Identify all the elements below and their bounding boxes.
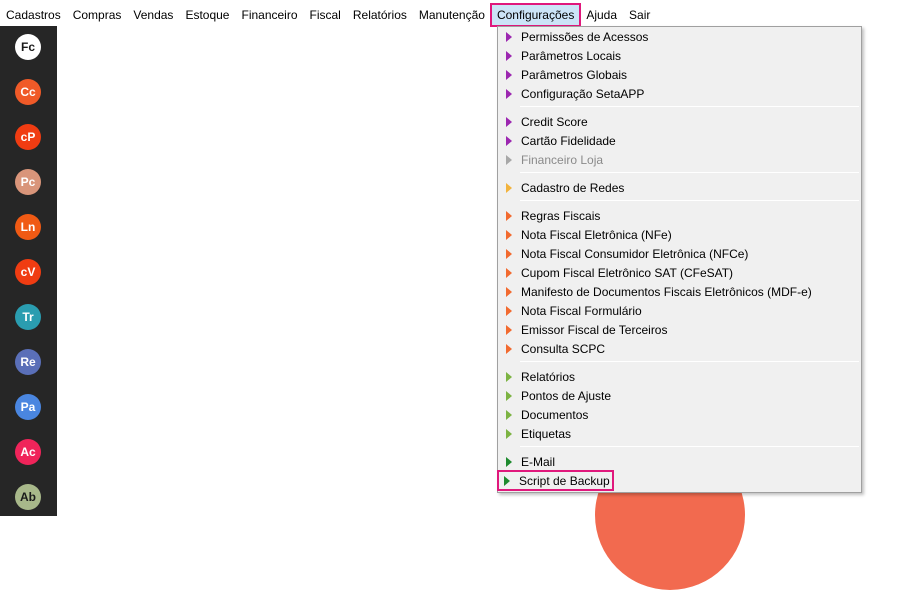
arrow-right-icon [506,69,512,80]
menu-option-emissor-fiscal-de-terceiros[interactable]: Emissor Fiscal de Terceiros [500,320,859,339]
menu-option-parametros-locais[interactable]: Parâmetros Locais [500,46,859,65]
menu-option-label: Cadastro de Redes [521,180,625,195]
menu-option-e-mail[interactable]: E-Mail [500,452,859,471]
configuracoes-dropdown-menu: Permissões de Acessos Parâmetros Locais Pa… [497,26,862,493]
arrow-right-icon [506,456,512,467]
menu-estoque[interactable]: Estoque [179,4,235,26]
arrow-right-icon [506,229,512,240]
menu-option-financeiro-loja: Financeiro Loja [500,150,859,169]
menu-option-parametros-globais[interactable]: Parâmetros Globais [500,65,859,84]
menu-configuracoes[interactable]: Configurações [489,3,582,27]
shortcut-cc-icon[interactable]: Cc [15,79,41,105]
arrow-right-icon [506,428,512,439]
shortcut-tr-icon[interactable]: Tr [15,304,41,330]
menu-option-script-de-backup[interactable]: Script de Backup [497,470,614,491]
menu-option-label: Documentos [521,407,589,422]
menu-separator [520,361,859,362]
menu-option-relatorios[interactable]: Relatórios [500,367,859,386]
menu-option-permissoes-de-acessos[interactable]: Permissões de Acessos [500,27,859,46]
arrow-right-icon [506,154,512,165]
menu-sair[interactable]: Sair [623,4,656,26]
menu-option-label: Pontos de Ajuste [521,388,612,403]
menu-option-label: Manifesto de Documentos Fiscais Eletrôni… [521,284,812,299]
arrow-right-icon [506,409,512,420]
menu-option-label: Parâmetros Locais [521,48,622,63]
menu-option-cartao-fidelidade[interactable]: Cartão Fidelidade [500,131,859,150]
arrow-right-icon [506,371,512,382]
menu-option-label: Cartão Fidelidade [521,133,616,148]
shortcut-fc-icon[interactable]: Fc [15,34,41,60]
menu-option-credit-score[interactable]: Credit Score [500,112,859,131]
menu-option-nota-fiscal-formulario[interactable]: Nota Fiscal Formulário [500,301,859,320]
shortcut-ln-icon[interactable]: Ln [15,214,41,240]
menu-fiscal[interactable]: Fiscal [304,4,347,26]
arrow-right-icon [506,324,512,335]
menu-separator [520,106,859,107]
menu-option-label: Parâmetros Globais [521,67,628,82]
menu-separator [520,200,859,201]
menu-option-label: Nota Fiscal Eletrônica (NFe) [521,227,672,242]
menu-option-consulta-scpc[interactable]: Consulta SCPC [500,339,859,358]
arrow-right-icon [506,248,512,259]
arrow-right-icon [506,88,512,99]
arrow-right-icon [506,305,512,316]
menu-cadastros[interactable]: Cadastros [0,4,67,26]
arrow-right-icon [506,286,512,297]
shortcut-cp-icon[interactable]: cP [15,124,41,150]
menu-separator [520,172,859,173]
menu-option-label: Nota Fiscal Consumidor Eletrônica (NFCe) [521,246,749,261]
shortcut-sidebar: Fc Cc cP Pc Ln cV Tr Re Pa Ac Ab [0,26,57,516]
arrow-right-icon [506,135,512,146]
menu-option-documentos[interactable]: Documentos [500,405,859,424]
menu-option-cupom-fiscal-eletronico-sat-cfesat[interactable]: Cupom Fiscal Eletrônico SAT (CFeSAT) [500,263,859,282]
menu-option-regras-fiscais[interactable]: Regras Fiscais [500,206,859,225]
menu-option-etiquetas[interactable]: Etiquetas [500,424,859,443]
menu-option-label: Script de Backup [519,473,610,488]
arrow-right-icon [506,50,512,61]
menu-option-label: Regras Fiscais [521,208,601,223]
menu-option-label: Consulta SCPC [521,341,606,356]
menu-option-label: Cupom Fiscal Eletrônico SAT (CFeSAT) [521,265,734,280]
shortcut-ab-icon[interactable]: Ab [15,484,41,510]
arrow-right-icon [506,343,512,354]
shortcut-pc-icon[interactable]: Pc [15,169,41,195]
menu-option-manifesto-de-documentos-fiscais-eletronicos-mdf-e[interactable]: Manifesto de Documentos Fiscais Eletrôni… [500,282,859,301]
arrow-right-icon [506,210,512,221]
menu-option-label: Relatórios [521,369,576,384]
menu-compras[interactable]: Compras [67,4,128,26]
menu-vendas[interactable]: Vendas [127,4,179,26]
arrow-right-icon [506,390,512,401]
menu-option-label: Emissor Fiscal de Terceiros [521,322,668,337]
shortcut-pa-icon[interactable]: Pa [15,394,41,420]
menu-financeiro[interactable]: Financeiro [235,4,303,26]
menu-option-label: Configuração SetaAPP [521,86,645,101]
menu-option-cadastro-de-redes[interactable]: Cadastro de Redes [500,178,859,197]
arrow-right-icon [506,31,512,42]
menu-option-label: E-Mail [521,454,556,469]
menu-bar: Cadastros Compras Vendas Estoque Financeiro F… [0,3,910,27]
menu-option-nota-fiscal-eletronica-nfe[interactable]: Nota Fiscal Eletrônica (NFe) [500,225,859,244]
menu-option-pontos-de-ajuste[interactable]: Pontos de Ajuste [500,386,859,405]
menu-relatorios[interactable]: Relatórios [347,4,413,26]
arrow-right-icon [504,475,510,486]
menu-option-label: Financeiro Loja [521,152,604,167]
arrow-right-icon [506,116,512,127]
menu-option-label: Etiquetas [521,426,572,441]
menu-separator [520,446,859,447]
menu-option-nota-fiscal-consumidor-eletronica-nfce[interactable]: Nota Fiscal Consumidor Eletrônica (NFCe) [500,244,859,263]
menu-option-label: Credit Score [521,114,588,129]
arrow-right-icon [506,267,512,278]
shortcut-cv-icon[interactable]: cV [15,259,41,285]
menu-ajuda[interactable]: Ajuda [580,4,623,26]
shortcut-re-icon[interactable]: Re [15,349,41,375]
menu-option-label: Nota Fiscal Formulário [521,303,642,318]
menu-option-label: Permissões de Acessos [521,29,649,44]
menu-manutencao[interactable]: Manutenção [413,4,491,26]
menu-option-configuracao-setaapp[interactable]: Configuração SetaAPP [500,84,859,103]
shortcut-ac-icon[interactable]: Ac [15,439,41,465]
arrow-right-icon [506,182,512,193]
